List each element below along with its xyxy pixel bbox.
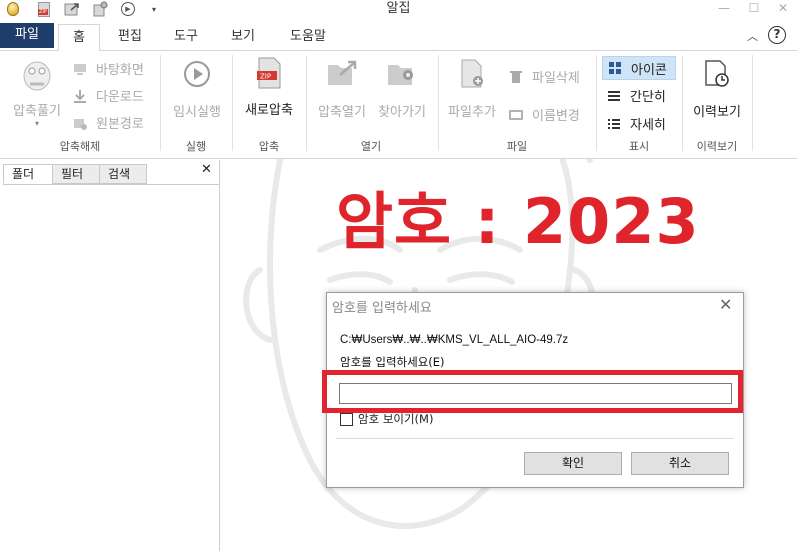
dialog-divider xyxy=(336,438,734,439)
tab-tools[interactable]: 도구 xyxy=(163,24,209,51)
view-detail-label: 자세히 xyxy=(630,118,666,133)
desktop-icon xyxy=(72,61,88,77)
archive-file-path: C:₩Users₩..₩..₩KMS_VL_ALL_AIO-49.7z xyxy=(340,334,569,346)
extract-original-path-label: 원본경로 xyxy=(96,117,144,132)
view-simple-label: 간단히 xyxy=(630,90,666,105)
goto-button[interactable]: 찾아가기 xyxy=(372,59,432,120)
checkbox-box[interactable] xyxy=(340,412,353,426)
ribbon-home: 압축풀기 ▾ 바탕화면 다운로드 원본경로 압축해제 임시실행 실행 ZIP 새… xyxy=(0,51,797,159)
extract-downloads-button[interactable]: 다운로드 xyxy=(72,86,144,105)
ribbon-divider xyxy=(232,55,233,151)
left-panel: 폴더 필터 검색 ✕ xyxy=(0,160,220,551)
tab-view[interactable]: 보기 xyxy=(220,24,266,51)
download-icon xyxy=(72,88,88,104)
new-zip-button[interactable]: ZIP 새로압축 xyxy=(238,57,300,118)
tab-home[interactable]: 홈 xyxy=(58,24,100,52)
rename-label: 이름변경 xyxy=(532,109,580,124)
open-zip-button[interactable]: 압축열기 xyxy=(310,59,374,120)
trash-icon xyxy=(508,69,524,85)
rename-icon xyxy=(508,107,524,123)
zip-file-icon: ZIP xyxy=(257,57,281,89)
extract-original-path-button[interactable]: 원본경로 xyxy=(72,113,144,132)
unzip-button[interactable]: 압축풀기 ▾ xyxy=(6,54,68,128)
minimize-button[interactable]: — xyxy=(709,0,739,18)
panel-close-icon[interactable]: ✕ xyxy=(201,162,212,177)
password-hint-text: 암호 : 2023 xyxy=(336,185,700,258)
open-group-label: 열기 xyxy=(360,140,382,153)
ribbon-divider xyxy=(438,55,439,151)
cancel-button[interactable]: 취소 xyxy=(631,452,729,475)
panel-tab-underline xyxy=(3,184,219,185)
temp-run-button[interactable]: 임시실행 xyxy=(166,59,228,120)
grid-icon xyxy=(607,60,623,76)
ribbon-divider xyxy=(682,55,683,151)
close-button[interactable]: ✕ xyxy=(768,0,797,18)
history-group-label: 이력보기 xyxy=(696,140,738,153)
run-group-label: 실행 xyxy=(185,140,207,153)
view-icon-label: 아이콘 xyxy=(631,62,667,78)
add-file-button[interactable]: 파일추가 xyxy=(442,59,502,120)
ribbon-collapse-icon[interactable]: ︿ xyxy=(747,28,758,44)
compress-group-label: 압축 xyxy=(258,140,280,153)
dialog-title: 암호를 입력하세요 xyxy=(332,301,432,316)
add-file-label: 파일추가 xyxy=(448,105,496,120)
highlight-box xyxy=(322,370,743,413)
extract-desktop-label: 바탕화면 xyxy=(96,63,144,78)
ribbon-divider xyxy=(752,55,753,151)
file-group-label: 파일 xyxy=(506,140,528,153)
rename-button[interactable]: 이름변경 xyxy=(508,105,580,124)
svg-text:ZIP: ZIP xyxy=(260,73,271,81)
maximize-button[interactable]: ☐ xyxy=(739,0,769,18)
tab-edit[interactable]: 편집 xyxy=(108,24,152,51)
unzip-dropdown-icon[interactable]: ▾ xyxy=(6,119,68,128)
extract-group-label: 압축해제 xyxy=(59,140,101,153)
view-history-label: 이력보기 xyxy=(693,105,741,120)
view-detail-button[interactable]: 자세히 xyxy=(606,114,666,133)
ribbon-tab-bar: 파일 홈 편집 도구 보기 도움말 ︿ ? xyxy=(0,20,797,52)
panel-tab-filter[interactable]: 필터 xyxy=(52,164,100,184)
goto-label: 찾아가기 xyxy=(378,105,426,120)
ribbon-divider xyxy=(596,55,597,151)
list-icon xyxy=(606,88,622,104)
title-bar: ▶ ▾ 알집 — ☐ ✕ xyxy=(0,0,797,20)
password-prompt-label: 암호를 입력하세요(E) xyxy=(340,355,445,369)
app-title: 알집 xyxy=(386,1,411,16)
ribbon-divider xyxy=(306,55,307,151)
tab-help[interactable]: 도움말 xyxy=(278,24,338,51)
dialog-close-icon[interactable]: ✕ xyxy=(719,295,732,314)
open-folder-icon xyxy=(328,60,357,85)
display-group-label: 표시 xyxy=(628,140,650,153)
new-zip-label: 새로압축 xyxy=(245,103,293,118)
temp-run-label: 임시실행 xyxy=(173,105,221,120)
show-password-label: 암호 보이기(M) xyxy=(358,412,434,426)
history-icon xyxy=(705,60,729,87)
ok-button[interactable]: 확인 xyxy=(524,452,622,475)
view-history-button[interactable]: 이력보기 xyxy=(686,59,748,120)
ribbon-divider xyxy=(160,55,161,151)
extract-desktop-button[interactable]: 바탕화면 xyxy=(72,59,144,78)
extract-downloads-label: 다운로드 xyxy=(96,90,144,105)
panel-tab-search[interactable]: 검색 xyxy=(99,164,147,184)
original-path-icon xyxy=(72,115,88,131)
help-icon[interactable]: ? xyxy=(768,26,786,44)
play-icon xyxy=(184,61,210,87)
folder-location-icon xyxy=(388,65,413,85)
view-icon-button[interactable]: 아이콘 xyxy=(602,56,676,80)
add-file-icon xyxy=(461,59,483,88)
panel-tab-folder[interactable]: 폴더 xyxy=(3,164,53,184)
tab-file[interactable]: 파일 xyxy=(0,23,54,48)
delete-file-button[interactable]: 파일삭제 xyxy=(508,67,580,86)
detail-list-icon xyxy=(606,116,622,132)
show-password-checkbox[interactable]: 암호 보이기(M) xyxy=(340,411,433,427)
unzip-label: 압축풀기 xyxy=(13,104,61,119)
open-zip-label: 압축열기 xyxy=(318,105,366,120)
view-simple-button[interactable]: 간단히 xyxy=(606,86,666,105)
unzip-icon xyxy=(23,61,51,91)
delete-file-label: 파일삭제 xyxy=(532,71,580,86)
